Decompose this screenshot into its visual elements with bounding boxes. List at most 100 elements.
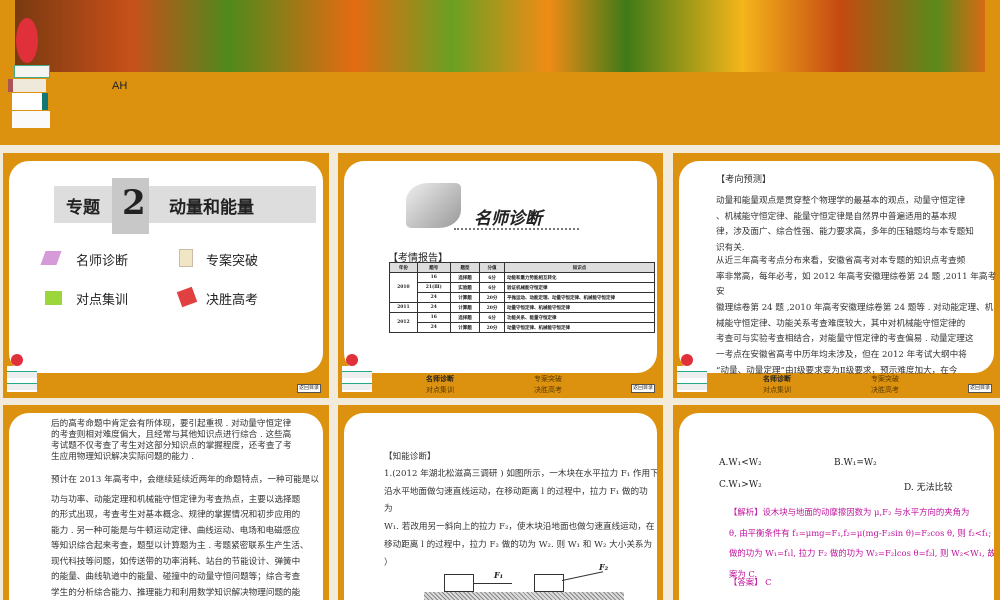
slide-element: 功与功率、动能定理和机械能守恒定律为考查热点，主要以选择题 <box>51 494 301 505</box>
slide-element: 学生的分析综合能力、推理能力和利用数学知识解决物理问题的能 <box>51 587 301 598</box>
option-a: A.W₁<W₂ <box>719 458 762 468</box>
question-text: 1.(2012 年湖北松滋高三调研 ) 如图所示，一木块在水平拉力 F₁ 作用下… <box>384 466 657 572</box>
table-cell: 动量守恒定律、机械能守恒定律 <box>504 302 655 313</box>
table-row: 2012 16 选择题 6分 功能关系、能量守恒定律 <box>389 312 655 333</box>
slide-element: 律，涉及面广、综合性强、能力要求高，多年的压轴题均与本专题知 <box>716 227 974 238</box>
slide-element <box>342 366 372 392</box>
slide-element: W₁. 若改用另一斜向上的拉力 F₂，使木块沿地面也做匀速直线运动，在 <box>384 522 655 533</box>
apple-books-icon <box>677 354 707 394</box>
slide-thumbnail-1[interactable]: 专题 2 动量和能量 名师诊断 专案突破 对点集训 决胜高考 返回目录 <box>3 153 329 398</box>
topic-prefix: 专题 <box>66 198 100 218</box>
table-cell: 20分 <box>479 322 505 333</box>
table-row: 24 计算题 20分 动量守恒定律、机械能守恒定律 <box>390 322 655 333</box>
slide-element: 能力 . 另一种可能是与牛顿运动定律、曲线运动、电场和电磁感应 <box>51 525 300 536</box>
slide-label: AH <box>112 80 128 92</box>
table-cell: 年份 <box>389 262 418 273</box>
notepad-icon <box>179 249 193 267</box>
slide-element: 年份 题号 题型 分值 知识点 2010 16 选择题 6分 动能和重力势能相互转化 21(Ⅲ)… <box>389 262 655 333</box>
footer-nav-right: 专案突破 决胜高考 <box>871 374 899 396</box>
table-cell: 分值 <box>479 262 505 273</box>
table-cell: 知识点 <box>504 262 655 273</box>
block-diagram: F₁ F₂ <box>424 562 624 600</box>
table-cell: 24 <box>416 322 451 333</box>
nav-breakthrough[interactable]: 专案突破 <box>534 375 562 383</box>
slide-element: 做的功为 W₁=f₁l, 拉力 F₂ 做的功为 W₂=F₂lcos θ=f₂l,… <box>729 548 994 558</box>
force-label-f1: F₁ <box>494 570 504 580</box>
forecast-text: 动量和能量观点是贯穿整个物理学的最基本的观点，动量守恒定律 、机械能守恒定律、能量… <box>716 194 1000 379</box>
option-c: C.W₁>W₂ <box>719 480 762 490</box>
slide-thumbnail-6[interactable]: A.W₁<W₂ B.W₁=W₂ C.W₁>W₂ D. 无法比较 【解析】设木块与… <box>673 405 1000 600</box>
slide-element: 等知识综合起来考查，题型以计算题为主 . 考题紧密联系生产生活、 <box>51 541 309 551</box>
table-cell: 动量守恒定律、机械能守恒定律 <box>504 322 655 333</box>
table-cell: 平抛运动、动能定理、动量守恒定律、机械能守恒定律 <box>504 292 655 303</box>
table-cell: 24 <box>416 292 451 303</box>
slide-element: 一考点在安徽省高考中历年均未涉及，但在 2012 年考试大纲中将 <box>716 350 967 361</box>
slide-element: 后的高考命题中肯定会有所体现，要引起重视 . 对动量守恒定律 <box>51 419 292 429</box>
nav-practice[interactable]: 对点集训 <box>426 386 454 394</box>
slide-element <box>534 574 564 592</box>
slide-element: 考查可与实验考查相结合，对能量守恒定律的考查偏易 . 动量定理这 <box>716 334 974 345</box>
slide-element <box>12 111 50 128</box>
slide-element: 从近三年高考考点分布来看，安徽省高考对本专题的知识点考查频 <box>716 255 966 266</box>
answer-text: 【答案】 C <box>729 577 772 587</box>
slide-thumbnail-2[interactable]: 名师诊断 【考情报告】 年份 题号 题型 分值 知识点 2010 16 选择题 6分 动能和重力… <box>338 153 663 398</box>
nav-exam[interactable]: 决胜高考 <box>871 386 899 394</box>
back-button[interactable]: 返回目录 <box>967 384 992 393</box>
table-row: 2011 24 计算题 20分 动量守恒定律、机械能守恒定律 <box>389 302 655 313</box>
slide-thumbnail-5[interactable]: 【知能诊断】 1.(2012 年湖北松滋高三调研 ) 如图所示，一木块在水平拉力… <box>338 405 663 600</box>
back-button[interactable]: 返回目录 <box>630 384 655 393</box>
exam-table: 年份 题号 题型 分值 知识点 2010 16 选择题 6分 动能和重力势能相互转化 21(Ⅲ)… <box>389 262 655 333</box>
slide-element: 考试题不仅考查了考生对这部分知识点的掌握程度，还考查了考 <box>51 441 292 451</box>
table-cell: 验证机械能守恒定律 <box>504 282 655 293</box>
topic-number: 2 <box>122 183 146 223</box>
menu-item-exam[interactable]: 决胜高考 <box>206 289 258 308</box>
table-cell: 题型 <box>449 262 481 273</box>
table-cell: 6分 <box>479 312 505 323</box>
section-heading: 【知能诊断】 <box>384 452 436 462</box>
book-icon <box>176 286 198 308</box>
slide-element: 名师诊断 【考情报告】 年份 题号 题型 分值 知识点 2010 16 选择题 6分 动能和重力… <box>344 161 657 373</box>
slide-element <box>7 366 37 392</box>
force-label-f2: F₂ <box>599 562 609 572</box>
slide-element: 械能守恒定律、功能关系考查难度较大，其中对机械能守恒定律的 <box>716 318 966 329</box>
slide-element <box>677 366 707 392</box>
slide-element: A.W₁<W₂ B.W₁=W₂ C.W₁>W₂ D. 无法比较 【解析】设木块与… <box>679 413 994 600</box>
footer-nav-right: 专案突破 决胜高考 <box>534 374 562 396</box>
table-cell: 实验题 <box>449 282 481 293</box>
menu-item-practice[interactable]: 对点集训 <box>76 289 128 308</box>
slide-thumbnail-top[interactable]: AH <box>0 0 1000 145</box>
slide-element: 移动距离 l 的过程中，拉力 F₂ 做的功为 W₂. 则 W₁ 和 W₂ 大小关… <box>384 539 657 550</box>
apple-books-icon <box>8 18 50 128</box>
table-cell: 选择题 <box>449 272 481 283</box>
menu-item-breakthrough[interactable]: 专案突破 <box>206 250 258 269</box>
nav-practice[interactable]: 对点集训 <box>763 386 791 394</box>
section-heading: 【考向预测】 <box>716 174 772 185</box>
slide-thumbnail-4[interactable]: 后的高考命题中肯定会有所体现，要引起重视 . 对动量守恒定律 的考查则相对难度偏大… <box>3 405 329 600</box>
table-cell: 2012 <box>389 312 418 333</box>
nav-diagnosis[interactable]: 名师诊断 <box>426 374 454 383</box>
slide-element <box>12 93 48 110</box>
table-row: 24 计算题 20分 平抛运动、动能定理、动量守恒定律、机械能守恒定律 <box>390 292 655 303</box>
nav-exam[interactable]: 决胜高考 <box>534 386 562 394</box>
slide-element <box>16 18 38 63</box>
forecast-paragraph-2: 预计在 2013 年高考中，会继续延续近两年的命题特点，一种可能是以 功与功率、动… <box>51 473 319 600</box>
diagnosis-icon <box>40 251 62 265</box>
menu-item-diagnosis[interactable]: 名师诊断 <box>76 250 128 269</box>
slide-element <box>444 574 474 592</box>
slide-element: 年份 题号 题型 分值 知识点 <box>389 262 655 273</box>
back-button[interactable]: 返回目录 <box>296 384 321 393</box>
table-cell: 计算题 <box>449 292 481 303</box>
slide-element: 【考向预测】 动量和能量观点是贯穿整个物理学的最基本的观点，动量守恒定律 、机械能… <box>679 161 996 376</box>
table-cell: 24 <box>416 302 451 313</box>
slide-element: 【知能诊断】 1.(2012 年湖北松滋高三调研 ) 如图所示，一木块在水平拉力… <box>344 413 657 600</box>
analysis-text: 【解析】设木块与地面的动摩擦因数为 μ,F₂ 与水平方向的夹角为 θ, 由平衡条件… <box>729 502 994 584</box>
apple-books-icon <box>7 354 37 394</box>
slide-element <box>11 354 23 366</box>
nav-breakthrough[interactable]: 专案突破 <box>871 375 899 383</box>
table-cell: 2011 <box>389 302 418 313</box>
slide-element: 的形式出现，考查考生对基本概念、规律的掌握情况和初步应用的 <box>51 510 301 520</box>
slide-thumbnail-3[interactable]: 【考向预测】 动量和能量观点是贯穿整个物理学的最基本的观点，动量守恒定律 、机械能… <box>673 153 1000 398</box>
footer-nav-left: 名师诊断 对点集训 <box>426 373 454 396</box>
nav-diagnosis[interactable]: 名师诊断 <box>763 374 791 383</box>
table-cell: 20分 <box>479 302 505 313</box>
